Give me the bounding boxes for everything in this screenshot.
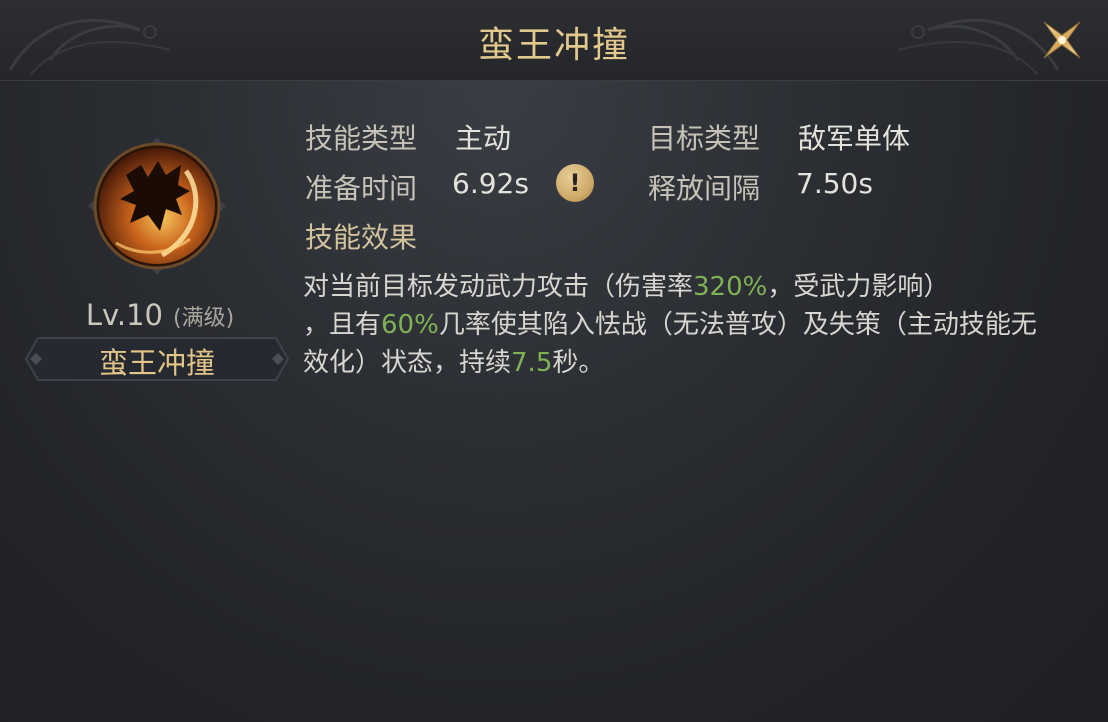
chance-value: 60% — [381, 310, 439, 340]
prep-time-label: 准备时间 — [305, 172, 418, 205]
close-button[interactable] — [1038, 16, 1086, 64]
interval-value: 7.50s — [796, 167, 873, 200]
skill-description: 对当前目标发动武力攻击（伤害率320%，受武力影响） ，且有60%几率使其陷入怯战… — [303, 268, 1043, 382]
title-bar: 蛮王冲撞 — [0, 0, 1108, 81]
skill-detail-panel: 蛮王冲撞 Lv.10 (满级) 蛮王冲撞 技能类型 主动 目标类型 敌军单体 准… — [0, 0, 1108, 722]
skill-effect-label: 技能效果 — [305, 221, 418, 254]
desc-part-5: 秒。 — [552, 348, 605, 378]
close-icon — [1043, 21, 1081, 59]
page-title: 蛮王冲撞 — [477, 25, 630, 66]
interval-label: 释放间隔 — [648, 172, 761, 205]
desc-part-1: 对当前目标发动武力攻击（伤害率 — [303, 272, 694, 302]
duration-value: 7.5 — [511, 348, 553, 378]
prep-time-value: 6.92s — [452, 167, 529, 200]
skill-icon — [88, 137, 226, 275]
desc-part-3: ，且有 — [303, 310, 382, 340]
damage-rate: 320% — [693, 272, 768, 302]
skill-type-value: 主动 — [455, 122, 512, 155]
desc-part-2: ，受武力影响） — [767, 272, 950, 302]
skill-name: 蛮王冲撞 — [98, 346, 215, 380]
target-type-value: 敌军单体 — [798, 122, 911, 155]
max-level-label: (满级) — [173, 306, 235, 331]
exclamation-icon[interactable]: ! — [556, 164, 594, 202]
skill-type-label: 技能类型 — [305, 122, 418, 155]
target-type-label: 目标类型 — [648, 122, 761, 155]
skill-name-plate: 蛮王冲撞 — [24, 336, 290, 382]
skill-level: Lv.10 (满级) — [40, 298, 280, 332]
level-text: Lv.10 — [85, 298, 163, 332]
